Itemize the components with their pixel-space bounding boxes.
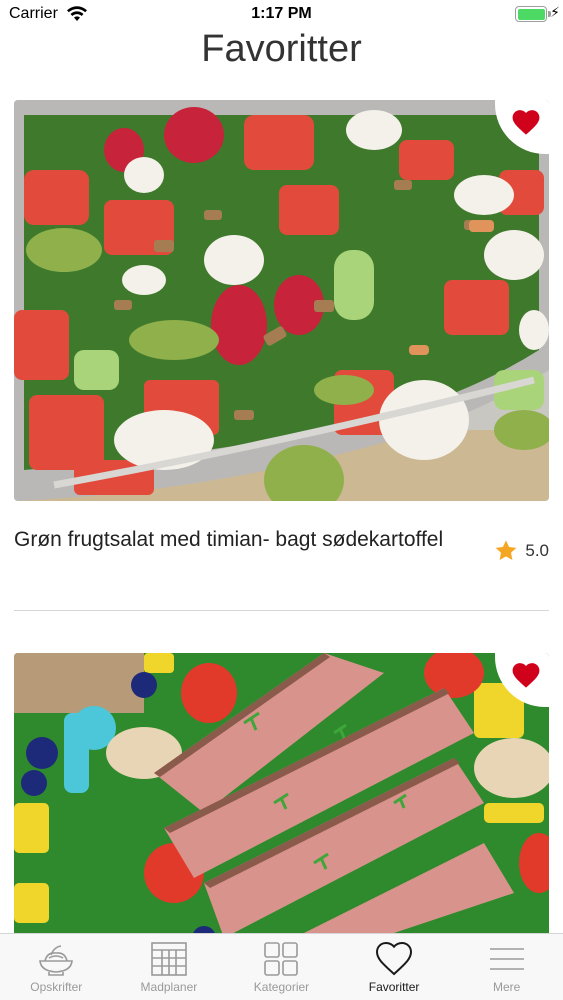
- status-bar: Carrier 1:17 PM ⚡: [0, 0, 563, 28]
- charging-icon: ⚡: [550, 4, 560, 20]
- tab-kategorier[interactable]: Kategorier: [225, 934, 338, 1000]
- tab-favoritter[interactable]: Favoritter: [338, 934, 451, 1000]
- tab-madplaner[interactable]: Madplaner: [113, 934, 226, 1000]
- menu-lines-icon: [489, 948, 524, 970]
- tab-label: Kategorier: [253, 980, 310, 994]
- tab-label: Madplaner: [140, 980, 198, 994]
- tab-label: Favoritter: [368, 980, 420, 994]
- tab-mere[interactable]: Mere: [450, 934, 563, 1000]
- recipe-image[interactable]: [14, 100, 549, 501]
- salad-bowl-icon: [39, 945, 74, 976]
- battery-icon: [515, 6, 547, 22]
- rating-value: 5.0: [525, 541, 549, 560]
- recipe-info[interactable]: Grøn frugtsalat med timian- bagt sødekar…: [14, 501, 549, 611]
- favorites-feed[interactable]: Grøn frugtsalat med timian- bagt sødekar…: [14, 100, 549, 933]
- star-icon: [496, 540, 517, 560]
- status-time: 1:17 PM: [251, 5, 312, 22]
- heart-filled-icon: [512, 663, 540, 688]
- recipe-card[interactable]: [14, 653, 549, 933]
- page-title: Favoritter: [201, 28, 362, 70]
- heart-filled-icon: [512, 110, 540, 135]
- tab-opskrifter[interactable]: Opskrifter: [0, 934, 113, 1000]
- recipe-image[interactable]: [14, 653, 549, 933]
- tuna-salad-photo: [14, 653, 549, 933]
- recipe-title[interactable]: Grøn frugtsalat med timian- bagt sødekar…: [14, 525, 484, 555]
- divider: [14, 610, 549, 611]
- grid-squares-icon: [264, 942, 299, 976]
- recipe-rating: 5.0: [494, 539, 549, 563]
- fruit-salad-photo: [14, 100, 549, 501]
- tab-label: Mere: [493, 980, 521, 994]
- tab-bar: Opskrifter Madplaner Kategorier Favoritt…: [0, 933, 563, 1000]
- recipe-card[interactable]: Grøn frugtsalat med timian- bagt sødekar…: [14, 100, 549, 611]
- heart-outline-icon: [376, 941, 413, 976]
- tab-label: Opskrifter: [30, 980, 83, 994]
- calendar-grid-icon: [151, 942, 187, 976]
